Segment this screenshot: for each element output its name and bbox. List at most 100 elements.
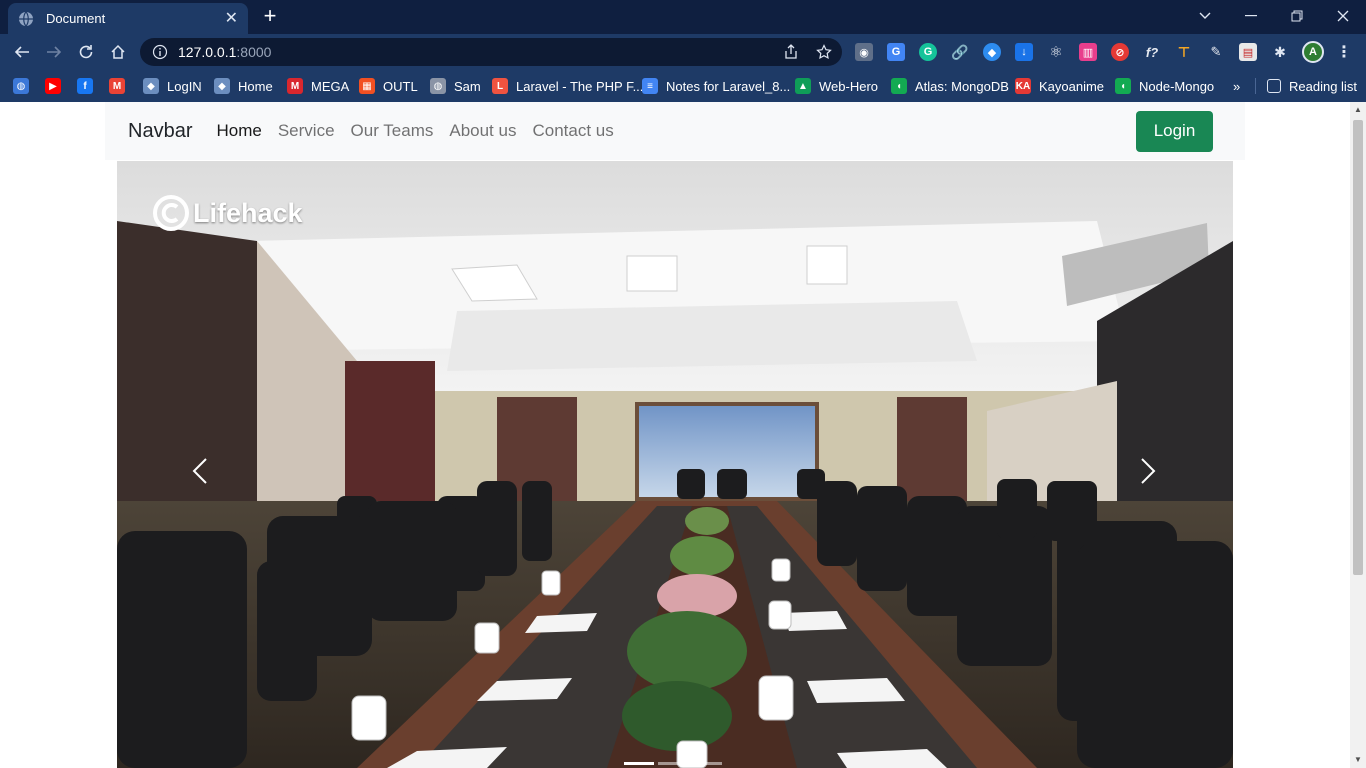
bookmark-outl[interactable]: ▦ OUTL	[359, 76, 418, 96]
site-navbar: Navbar Home Service Our Teams About us C…	[105, 102, 1245, 160]
block-extension-icon[interactable]: ⊘	[1111, 43, 1129, 61]
bookmark-laravel-the-php-f[interactable]: L Laravel - The PHP F...	[492, 76, 643, 96]
close-tab-icon[interactable]: ✕	[225, 10, 238, 27]
browser-titlebar: Document ✕ +	[0, 0, 1366, 34]
carousel-indicator[interactable]	[692, 762, 722, 765]
site-info-icon[interactable]	[152, 44, 168, 60]
close-window-button[interactable]	[1331, 5, 1355, 27]
nav-home[interactable]: Home	[216, 121, 261, 141]
bookmark-facebook[interactable]: f	[77, 76, 101, 96]
bookmark-home[interactable]: ◆ Home	[214, 76, 273, 96]
browser-tab[interactable]: Document ✕	[8, 3, 248, 34]
bookmark-mega[interactable]: M MEGA	[287, 76, 349, 96]
bookmark-label: MEGA	[311, 78, 350, 94]
new-tab-button[interactable]: +	[258, 4, 282, 28]
scroll-down-icon[interactable]: ▼	[1353, 755, 1363, 765]
restore-button[interactable]	[1285, 5, 1309, 27]
bookmark-gmail[interactable]: M	[109, 76, 133, 96]
laravel-icon: L	[492, 78, 508, 94]
bookmark-label: OUTL	[383, 78, 418, 94]
minimize-button[interactable]	[1239, 5, 1263, 27]
carousel-indicator[interactable]	[658, 762, 688, 765]
tag-extension-icon[interactable]: ⊤	[1175, 43, 1193, 61]
globe-icon: ◍	[13, 78, 29, 94]
extensions-puzzle-icon[interactable]: ✱	[1271, 43, 1289, 61]
translate-extension-icon[interactable]: G	[887, 43, 905, 61]
chevron-right-icon	[1141, 458, 1156, 484]
link-extension-icon[interactable]: 🔗	[951, 43, 969, 61]
browser-toolbar: 127.0.0.1:8000 ◉ G G 🔗 ◆ ↓ ⚛ ▥ ⊘ f? ⊤ ✎ …	[0, 34, 1366, 70]
bookmark-notes-for-laravel-8[interactable]: ≡ Notes for Laravel_8...	[642, 76, 790, 96]
hero-carousel: Lifehack	[117, 161, 1233, 768]
bookmark-label: Sam	[454, 78, 481, 94]
mongodb-icon: ◖	[1115, 78, 1131, 94]
react-devtools-icon[interactable]: ⚛	[1047, 43, 1065, 61]
bookmark-youtube[interactable]: ▶	[45, 76, 69, 96]
ka-icon: KA	[1015, 78, 1031, 94]
url-port: :8000	[236, 44, 272, 60]
ethereum-extension-icon[interactable]: ◆	[983, 43, 1001, 61]
analytics-extension-icon[interactable]: ▥	[1079, 43, 1097, 61]
chevron-left-icon	[192, 458, 207, 484]
bookmark-label: Laravel - The PHP F...	[516, 78, 644, 94]
bookmark-login[interactable]: ◆ LogIN	[143, 76, 202, 96]
carousel-next-button[interactable]	[1128, 451, 1168, 491]
back-button[interactable]	[10, 40, 34, 64]
scrollbar-thumb[interactable]	[1353, 120, 1363, 575]
bookmark-sam[interactable]: ◍ Sam	[430, 76, 481, 96]
menu-kebab-icon[interactable]: ⋮	[1335, 43, 1353, 61]
reload-button[interactable]	[74, 40, 98, 64]
share-icon[interactable]	[782, 43, 800, 61]
bookmark-node-mongo[interactable]: ◖ Node-Mongo	[1115, 76, 1214, 96]
bookmark-web-hero[interactable]: ▲ Web-Hero	[795, 76, 878, 96]
drive-icon: ▲	[795, 78, 811, 94]
carousel-indicator[interactable]	[624, 762, 654, 765]
download-extension-icon[interactable]: ↓	[1015, 43, 1033, 61]
windows-icon: ▦	[359, 78, 375, 94]
profile-avatar[interactable]: A	[1302, 41, 1324, 63]
bookmark-label: Kayoanime	[1039, 78, 1105, 94]
bookmark-label: Atlas: MongoDB	[915, 78, 1009, 94]
bookmark-star-icon[interactable]	[815, 43, 833, 61]
forward-button[interactable]	[42, 40, 66, 64]
mega-icon: M	[287, 78, 303, 94]
font-extension-icon[interactable]: f?	[1143, 43, 1161, 61]
gmail-icon: M	[109, 78, 125, 94]
nav-our-teams[interactable]: Our Teams	[351, 121, 434, 141]
lifehack-text: Lifehack	[193, 197, 303, 228]
login-button[interactable]: Login	[1136, 110, 1213, 152]
reading-list-button[interactable]: Reading list	[1267, 76, 1357, 96]
bookmark-globe[interactable]: ◍	[13, 76, 37, 96]
bookmark-label: LogIN	[167, 78, 202, 94]
bookmarks-divider	[1255, 78, 1256, 94]
tab-title: Document	[46, 11, 106, 26]
lifehack-icon	[153, 195, 189, 231]
bookmark-label: Home	[238, 78, 273, 94]
facebook-icon: f	[77, 78, 93, 94]
more-bookmarks-button[interactable]: »	[1233, 76, 1240, 96]
address-bar[interactable]: 127.0.0.1:8000	[140, 38, 842, 66]
bookmark-kayoanime[interactable]: KA Kayoanime	[1015, 76, 1104, 96]
camera-extension-icon[interactable]: ◉	[855, 43, 873, 61]
grammarly-extension-icon[interactable]: G	[919, 43, 937, 61]
vertical-scrollbar[interactable]: ▲ ▼	[1350, 102, 1366, 768]
nav-contact-us[interactable]: Contact us	[532, 121, 613, 141]
bookmark-label: Node-Mongo	[1139, 78, 1215, 94]
lifehack-logo: Lifehack	[153, 195, 303, 231]
tab-search-icon[interactable]	[1193, 5, 1217, 27]
calendar-extension-icon[interactable]: ▤	[1239, 43, 1257, 61]
conference-room-image	[117, 161, 1233, 768]
reading-list-icon	[1267, 79, 1281, 93]
nav-service[interactable]: Service	[278, 121, 335, 141]
navbar-brand[interactable]: Navbar	[128, 120, 192, 143]
nav-about-us[interactable]: About us	[449, 121, 516, 141]
docs-icon: ≡	[642, 78, 658, 94]
carousel-prev-button[interactable]	[180, 451, 220, 491]
bookmark-atlas-mongodb[interactable]: ◖ Atlas: MongoDB	[891, 76, 1009, 96]
home-button[interactable]	[106, 40, 130, 64]
globe-icon	[19, 11, 33, 26]
url-host: 127.0.0.1	[178, 44, 237, 60]
youtube-icon: ▶	[45, 78, 61, 94]
scroll-up-icon[interactable]: ▲	[1353, 105, 1363, 115]
pen-extension-icon[interactable]: ✎	[1207, 43, 1225, 61]
